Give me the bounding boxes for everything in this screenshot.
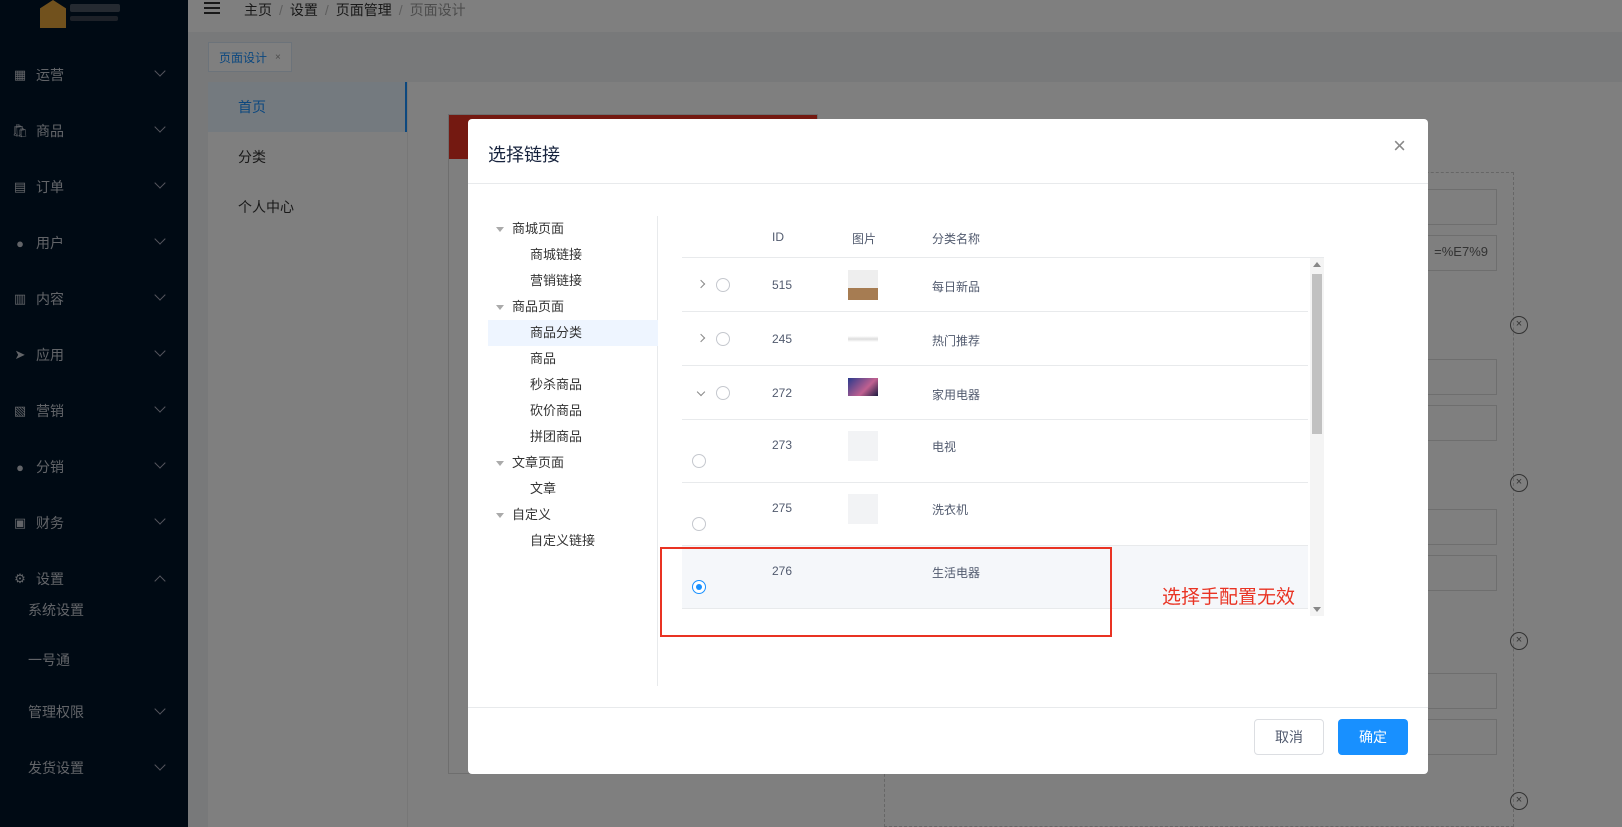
tree-node[interactable]: 商品分类 xyxy=(488,320,658,346)
category-image xyxy=(848,494,878,524)
table-row[interactable]: 273 电视 xyxy=(682,420,1308,483)
col-image: 图片 xyxy=(852,232,877,246)
tree-node[interactable]: 拼团商品 xyxy=(488,424,658,450)
scroll-up-icon[interactable] xyxy=(1313,262,1321,267)
row-radio[interactable] xyxy=(692,453,706,468)
modal-header: 选择链接 × xyxy=(468,119,1428,184)
row-id: 272 xyxy=(772,386,793,400)
col-name: 分类名称 xyxy=(932,232,981,246)
table-scrollbar[interactable] xyxy=(1310,258,1324,616)
scroll-down-icon[interactable] xyxy=(1313,607,1321,612)
cancel-button[interactable]: 取消 xyxy=(1254,719,1324,755)
category-image xyxy=(848,378,878,396)
table-header: ID 图片 分类名称 xyxy=(682,216,1324,258)
table-row[interactable]: 275 洗衣机 xyxy=(682,483,1308,546)
modal-title: 选择链接 xyxy=(488,145,560,165)
tree-label: 商品 xyxy=(530,351,557,366)
col-id: ID xyxy=(772,230,784,244)
row-name: 电视 xyxy=(932,440,957,454)
row-radio[interactable] xyxy=(716,278,730,292)
row-name: 家用电器 xyxy=(932,388,981,402)
table-row[interactable]: 515 每日新品 xyxy=(682,258,1308,312)
category-image xyxy=(848,431,878,461)
tree-group[interactable]: 商品页面 xyxy=(488,294,658,320)
row-id: 273 xyxy=(772,438,793,452)
caret-down-icon[interactable] xyxy=(496,227,504,233)
tree-node[interactable]: 自定义链接 xyxy=(488,528,658,554)
tree-node[interactable]: 商城链接 xyxy=(488,242,658,268)
caret-down-icon[interactable] xyxy=(496,461,504,467)
highlight-box xyxy=(660,547,1112,637)
tree-group[interactable]: 商城页面 xyxy=(488,216,658,242)
confirm-button[interactable]: 确定 xyxy=(1338,719,1408,755)
chevron-right-icon[interactable] xyxy=(696,333,706,343)
tree-node[interactable]: 商品 xyxy=(488,346,658,372)
link-tree: 商城页面商城链接营销链接商品页面商品分类商品秒杀商品砍价商品拼团商品文章页面文章… xyxy=(488,216,658,686)
tree-label: 营销链接 xyxy=(530,273,583,288)
tree-label: 文章 xyxy=(530,481,557,496)
tree-label: 商品分类 xyxy=(530,325,583,340)
modal-footer: 取消 确定 xyxy=(468,707,1428,774)
tree-group[interactable]: 自定义 xyxy=(488,502,658,528)
tree-label: 砍价商品 xyxy=(530,403,583,418)
tree-node[interactable]: 砍价商品 xyxy=(488,398,658,424)
tree-label: 拼团商品 xyxy=(530,429,583,444)
tree-label: 商城页面 xyxy=(512,221,565,236)
row-radio[interactable] xyxy=(692,516,706,531)
annotation-note: 选择手配置无效 xyxy=(1162,587,1296,608)
row-id: 515 xyxy=(772,278,793,292)
tree-node[interactable]: 秒杀商品 xyxy=(488,372,658,398)
tree-node[interactable]: 文章 xyxy=(488,476,658,502)
row-radio[interactable] xyxy=(716,386,730,400)
tree-group[interactable]: 文章页面 xyxy=(488,450,658,476)
table-row[interactable]: 272 家用电器 xyxy=(682,366,1308,420)
chevron-down-icon[interactable] xyxy=(696,387,706,397)
caret-down-icon[interactable] xyxy=(496,513,504,519)
scroll-thumb[interactable] xyxy=(1312,274,1322,434)
category-image xyxy=(848,270,878,300)
chevron-right-icon[interactable] xyxy=(696,279,706,289)
select-link-modal: 选择链接 × 商城页面商城链接营销链接商品页面商品分类商品秒杀商品砍价商品拼团商… xyxy=(468,119,1428,774)
row-name: 热门推荐 xyxy=(932,334,981,348)
row-name: 洗衣机 xyxy=(932,503,969,517)
row-id: 275 xyxy=(772,501,793,515)
caret-down-icon[interactable] xyxy=(496,305,504,311)
category-image xyxy=(848,324,878,354)
row-name: 每日新品 xyxy=(932,280,981,294)
row-radio[interactable] xyxy=(716,332,730,346)
tree-label: 自定义 xyxy=(512,507,552,522)
row-id: 245 xyxy=(772,332,793,346)
tree-label: 商城链接 xyxy=(530,247,583,262)
tree-label: 文章页面 xyxy=(512,455,565,470)
close-icon[interactable]: × xyxy=(1393,135,1406,157)
tree-label: 自定义链接 xyxy=(530,533,596,548)
tree-label: 秒杀商品 xyxy=(530,377,583,392)
tree-label: 商品页面 xyxy=(512,299,565,314)
tree-node[interactable]: 营销链接 xyxy=(488,268,658,294)
table-row[interactable]: 245 热门推荐 xyxy=(682,312,1308,366)
